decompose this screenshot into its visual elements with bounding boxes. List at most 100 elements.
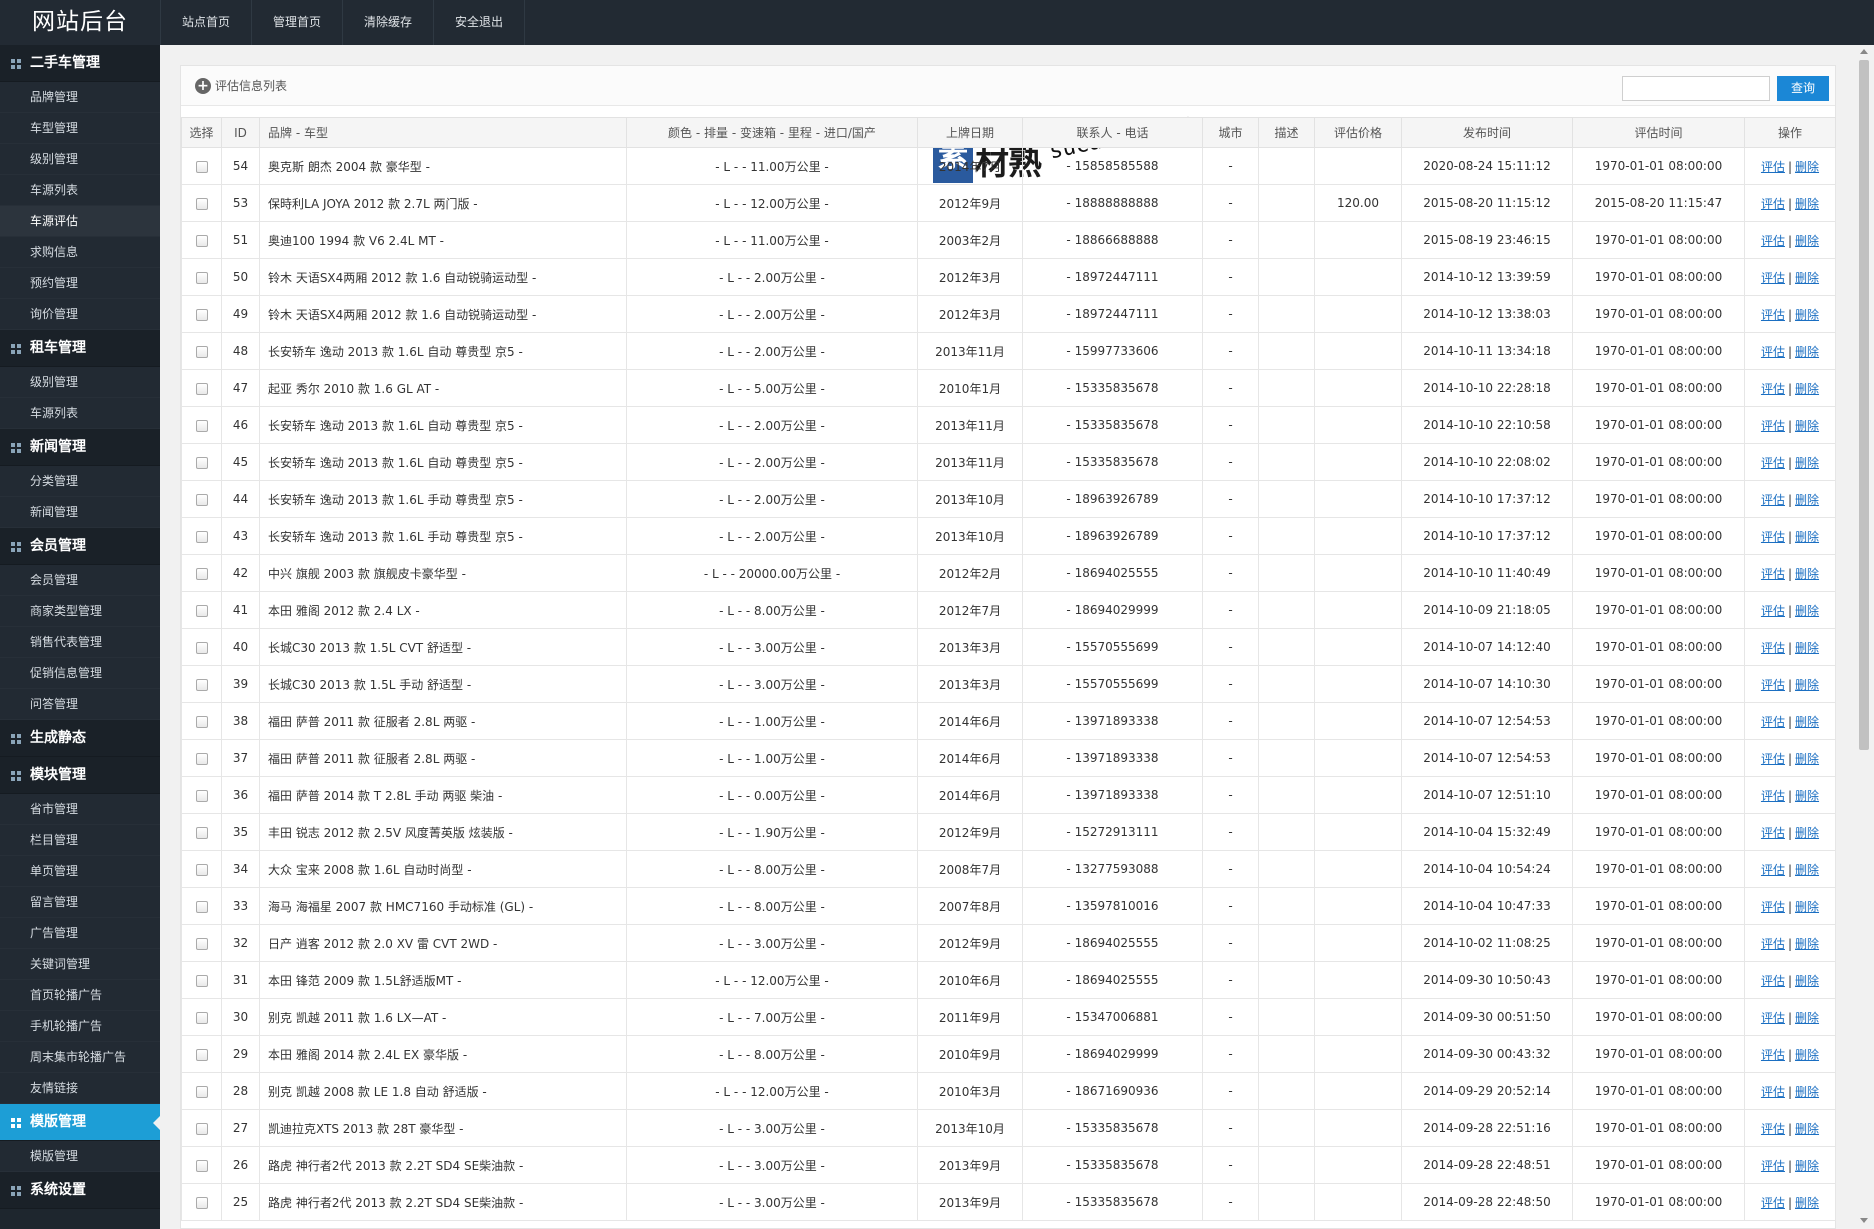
delete-link[interactable]: 删除 (1795, 530, 1819, 544)
sidebar-item[interactable]: 友情链接 (0, 1073, 160, 1104)
sidebar-item[interactable]: 预约管理 (0, 268, 160, 299)
sidebar-item[interactable]: 车源列表 (0, 175, 160, 206)
evaluate-link[interactable]: 评估 (1761, 974, 1785, 988)
delete-link[interactable]: 删除 (1795, 456, 1819, 470)
row-checkbox[interactable] (195, 493, 208, 506)
delete-link[interactable]: 删除 (1795, 900, 1819, 914)
sidebar-group-header[interactable]: 新闻管理 (0, 429, 160, 466)
sidebar-item[interactable]: 首页轮播广告 (0, 980, 160, 1011)
delete-link[interactable]: 删除 (1795, 419, 1819, 433)
delete-link[interactable]: 删除 (1795, 826, 1819, 840)
sidebar-group-header[interactable]: 生成静态 (0, 720, 160, 757)
row-checkbox[interactable] (195, 752, 208, 765)
sidebar-item[interactable]: 省市管理 (0, 794, 160, 825)
evaluate-link[interactable]: 评估 (1761, 345, 1785, 359)
row-checkbox[interactable] (195, 1085, 208, 1098)
row-checkbox[interactable] (195, 419, 208, 432)
topnav-item[interactable]: 清除缓存 (342, 0, 433, 45)
sidebar-item[interactable]: 模版管理 (0, 1141, 160, 1172)
sidebar-item[interactable]: 关键词管理 (0, 949, 160, 980)
evaluate-link[interactable]: 评估 (1761, 752, 1785, 766)
row-checkbox[interactable] (195, 1048, 208, 1061)
row-checkbox[interactable] (195, 863, 208, 876)
sidebar-item[interactable]: 商家类型管理 (0, 596, 160, 627)
sidebar-item[interactable]: 手机轮播广告 (0, 1011, 160, 1042)
sidebar-group-header[interactable]: 二手车管理 (0, 45, 160, 82)
delete-link[interactable]: 删除 (1795, 1159, 1819, 1173)
evaluate-link[interactable]: 评估 (1761, 234, 1785, 248)
scroll-down-icon[interactable] (1860, 1218, 1868, 1223)
delete-link[interactable]: 删除 (1795, 752, 1819, 766)
row-checkbox[interactable] (195, 974, 208, 987)
delete-link[interactable]: 删除 (1795, 604, 1819, 618)
evaluate-link[interactable]: 评估 (1761, 1122, 1785, 1136)
sidebar-item[interactable]: 会员管理 (0, 565, 160, 596)
delete-link[interactable]: 删除 (1795, 715, 1819, 729)
evaluate-link[interactable]: 评估 (1761, 530, 1785, 544)
topnav-item[interactable]: 安全退出 (433, 0, 526, 45)
sidebar-group-header[interactable]: 系统设置 (0, 1172, 160, 1209)
search-input[interactable] (1622, 76, 1770, 101)
evaluate-link[interactable]: 评估 (1761, 715, 1785, 729)
evaluate-link[interactable]: 评估 (1761, 493, 1785, 507)
sidebar-group-header[interactable]: 会员管理 (0, 528, 160, 565)
topnav-item[interactable]: 站点首页 (160, 0, 251, 45)
delete-link[interactable]: 删除 (1795, 271, 1819, 285)
evaluate-link[interactable]: 评估 (1761, 419, 1785, 433)
row-checkbox[interactable] (195, 271, 208, 284)
delete-link[interactable]: 删除 (1795, 160, 1819, 174)
plus-circle-icon[interactable]: + (195, 78, 211, 94)
delete-link[interactable]: 删除 (1795, 197, 1819, 211)
sidebar-item[interactable]: 车型管理 (0, 113, 160, 144)
evaluate-link[interactable]: 评估 (1761, 382, 1785, 396)
sidebar-item[interactable]: 促销信息管理 (0, 658, 160, 689)
delete-link[interactable]: 删除 (1795, 493, 1819, 507)
row-checkbox[interactable] (195, 160, 208, 173)
evaluate-link[interactable]: 评估 (1761, 863, 1785, 877)
delete-link[interactable]: 删除 (1795, 789, 1819, 803)
row-checkbox[interactable] (195, 789, 208, 802)
sidebar-item[interactable]: 级别管理 (0, 367, 160, 398)
sidebar-item[interactable]: 留言管理 (0, 887, 160, 918)
row-checkbox[interactable] (195, 715, 208, 728)
sidebar-item[interactable]: 求购信息 (0, 237, 160, 268)
sidebar-group-header[interactable]: 模版管理 (0, 1104, 160, 1141)
row-checkbox[interactable] (195, 678, 208, 691)
evaluate-link[interactable]: 评估 (1761, 1048, 1785, 1062)
evaluate-link[interactable]: 评估 (1761, 1011, 1785, 1025)
row-checkbox[interactable] (195, 308, 208, 321)
row-checkbox[interactable] (195, 641, 208, 654)
delete-link[interactable]: 删除 (1795, 678, 1819, 692)
delete-link[interactable]: 删除 (1795, 974, 1819, 988)
row-checkbox[interactable] (195, 530, 208, 543)
vertical-scrollbar[interactable] (1854, 45, 1874, 1229)
delete-link[interactable]: 删除 (1795, 308, 1819, 322)
evaluate-link[interactable]: 评估 (1761, 826, 1785, 840)
sidebar-item[interactable]: 栏目管理 (0, 825, 160, 856)
evaluate-link[interactable]: 评估 (1761, 789, 1785, 803)
sidebar-item[interactable]: 广告管理 (0, 918, 160, 949)
delete-link[interactable]: 删除 (1795, 641, 1819, 655)
evaluate-link[interactable]: 评估 (1761, 937, 1785, 951)
sidebar-item[interactable]: 车源列表 (0, 398, 160, 429)
row-checkbox[interactable] (195, 1122, 208, 1135)
row-checkbox[interactable] (195, 604, 208, 617)
scroll-thumb[interactable] (1859, 60, 1869, 750)
evaluate-link[interactable]: 评估 (1761, 456, 1785, 470)
sidebar-item[interactable]: 周末集市轮播广告 (0, 1042, 160, 1073)
topnav-item[interactable]: 管理首页 (251, 0, 342, 45)
delete-link[interactable]: 删除 (1795, 1196, 1819, 1210)
evaluate-link[interactable]: 评估 (1761, 271, 1785, 285)
row-checkbox[interactable] (195, 937, 208, 950)
sidebar-group-header[interactable]: 模块管理 (0, 757, 160, 794)
sidebar-group-header[interactable]: 租车管理 (0, 330, 160, 367)
sidebar-item[interactable]: 销售代表管理 (0, 627, 160, 658)
evaluate-link[interactable]: 评估 (1761, 678, 1785, 692)
sidebar-item[interactable]: 分类管理 (0, 466, 160, 497)
evaluate-link[interactable]: 评估 (1761, 160, 1785, 174)
row-checkbox[interactable] (195, 197, 208, 210)
evaluate-link[interactable]: 评估 (1761, 1085, 1785, 1099)
evaluate-link[interactable]: 评估 (1761, 197, 1785, 211)
delete-link[interactable]: 删除 (1795, 937, 1819, 951)
scroll-up-icon[interactable] (1860, 49, 1868, 54)
